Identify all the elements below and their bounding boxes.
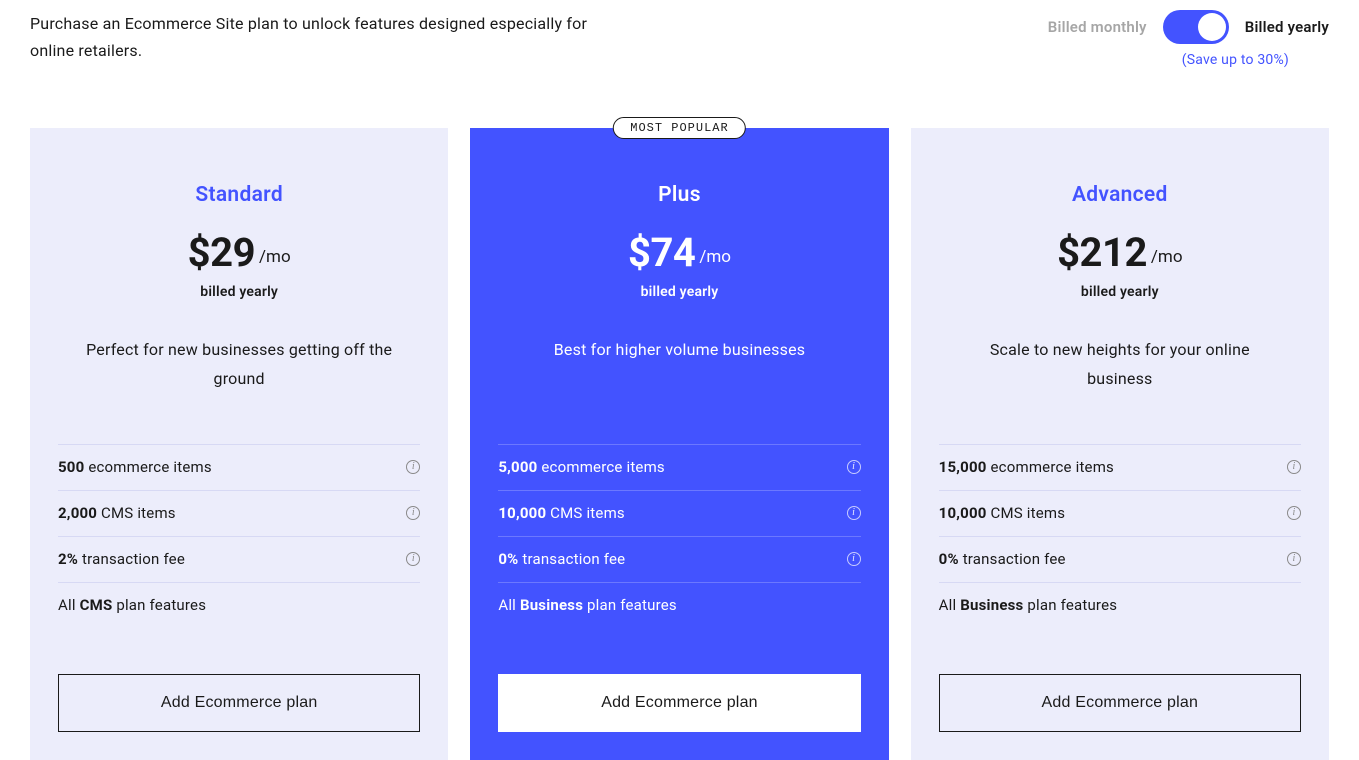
info-icon[interactable]: i <box>406 552 420 566</box>
add-plan-button[interactable]: Add Ecommerce plan <box>939 674 1301 732</box>
add-plan-button[interactable]: Add Ecommerce plan <box>498 674 860 732</box>
billing-controls: Billed monthly Billed yearly (Save up to… <box>1048 10 1329 68</box>
plan-price: $74 <box>628 229 695 276</box>
plan-description: Best for higher volume businesses <box>498 336 860 365</box>
plan-card-advanced: Advanced $212/mo billed yearly Scale to … <box>911 128 1329 760</box>
info-icon[interactable]: i <box>847 552 861 566</box>
feature-row: 10,000 CMS items i <box>939 491 1301 537</box>
plan-price-row: $74/mo <box>498 229 860 276</box>
feature-row: All Business plan features <box>939 583 1301 628</box>
feature-text: 2,000 CMS items <box>58 503 176 524</box>
intro-text: Purchase an Ecommerce Site plan to unloc… <box>30 10 630 64</box>
info-icon[interactable]: i <box>406 506 420 520</box>
feature-row: 500 ecommerce items i <box>58 445 420 491</box>
info-icon[interactable]: i <box>847 460 861 474</box>
toggle-knob <box>1198 13 1226 41</box>
feature-text: 500 ecommerce items <box>58 457 212 478</box>
feature-text: 10,000 CMS items <box>498 503 625 524</box>
billed-monthly-label[interactable]: Billed monthly <box>1048 18 1147 36</box>
feature-row: 2% transaction fee i <box>58 537 420 583</box>
plan-billing-note: billed yearly <box>498 284 860 300</box>
plan-description: Perfect for new businesses getting off t… <box>58 336 420 394</box>
plan-name: Standard <box>58 183 420 207</box>
feature-row: All Business plan features <box>498 583 860 628</box>
plan-name: Plus <box>498 183 860 207</box>
plan-price-row: $29/mo <box>58 229 420 276</box>
info-icon[interactable]: i <box>1287 552 1301 566</box>
billing-toggle[interactable] <box>1163 10 1229 44</box>
feature-text: 5,000 ecommerce items <box>498 457 665 478</box>
most-popular-badge: MOST POPULAR <box>613 117 745 139</box>
feature-text: 10,000 CMS items <box>939 503 1066 524</box>
feature-row: 0% transaction fee i <box>939 537 1301 583</box>
plan-features-list: 15,000 ecommerce items i 10,000 CMS item… <box>939 444 1301 628</box>
plan-name: Advanced <box>939 183 1301 207</box>
plan-price: $29 <box>188 229 255 276</box>
feature-text: All CMS plan features <box>58 595 206 616</box>
feature-row: 5,000 ecommerce items i <box>498 445 860 491</box>
billed-yearly-label[interactable]: Billed yearly <box>1245 18 1329 36</box>
plan-price: $212 <box>1057 229 1147 276</box>
feature-text: 2% transaction fee <box>58 549 185 570</box>
feature-text: 0% transaction fee <box>498 549 625 570</box>
info-icon[interactable]: i <box>1287 506 1301 520</box>
plan-price-row: $212/mo <box>939 229 1301 276</box>
feature-row: All CMS plan features <box>58 583 420 628</box>
plan-price-period: /mo <box>699 247 731 267</box>
pricing-cards: Standard $29/mo billed yearly Perfect fo… <box>30 128 1329 760</box>
plan-features-list: 5,000 ecommerce items i 10,000 CMS items… <box>498 444 860 628</box>
plan-description: Scale to new heights for your online bus… <box>939 336 1301 394</box>
save-up-to-note: (Save up to 30%) <box>1182 52 1289 68</box>
feature-row: 15,000 ecommerce items i <box>939 445 1301 491</box>
plan-billing-note: billed yearly <box>939 284 1301 300</box>
plan-price-period: /mo <box>259 247 291 267</box>
info-icon[interactable]: i <box>847 506 861 520</box>
plan-price-period: /mo <box>1151 247 1183 267</box>
feature-text: 15,000 ecommerce items <box>939 457 1114 478</box>
feature-row: 10,000 CMS items i <box>498 491 860 537</box>
billing-toggle-row: Billed monthly Billed yearly <box>1048 10 1329 44</box>
info-icon[interactable]: i <box>1287 460 1301 474</box>
info-icon[interactable]: i <box>406 460 420 474</box>
plan-card-standard: Standard $29/mo billed yearly Perfect fo… <box>30 128 448 760</box>
add-plan-button[interactable]: Add Ecommerce plan <box>58 674 420 732</box>
plan-features-list: 500 ecommerce items i 2,000 CMS items i … <box>58 444 420 628</box>
feature-text: All Business plan features <box>498 595 677 616</box>
plan-billing-note: billed yearly <box>58 284 420 300</box>
feature-row: 0% transaction fee i <box>498 537 860 583</box>
plan-card-plus: MOST POPULAR Plus $74/mo billed yearly B… <box>470 128 888 760</box>
feature-row: 2,000 CMS items i <box>58 491 420 537</box>
feature-text: All Business plan features <box>939 595 1118 616</box>
feature-text: 0% transaction fee <box>939 549 1066 570</box>
